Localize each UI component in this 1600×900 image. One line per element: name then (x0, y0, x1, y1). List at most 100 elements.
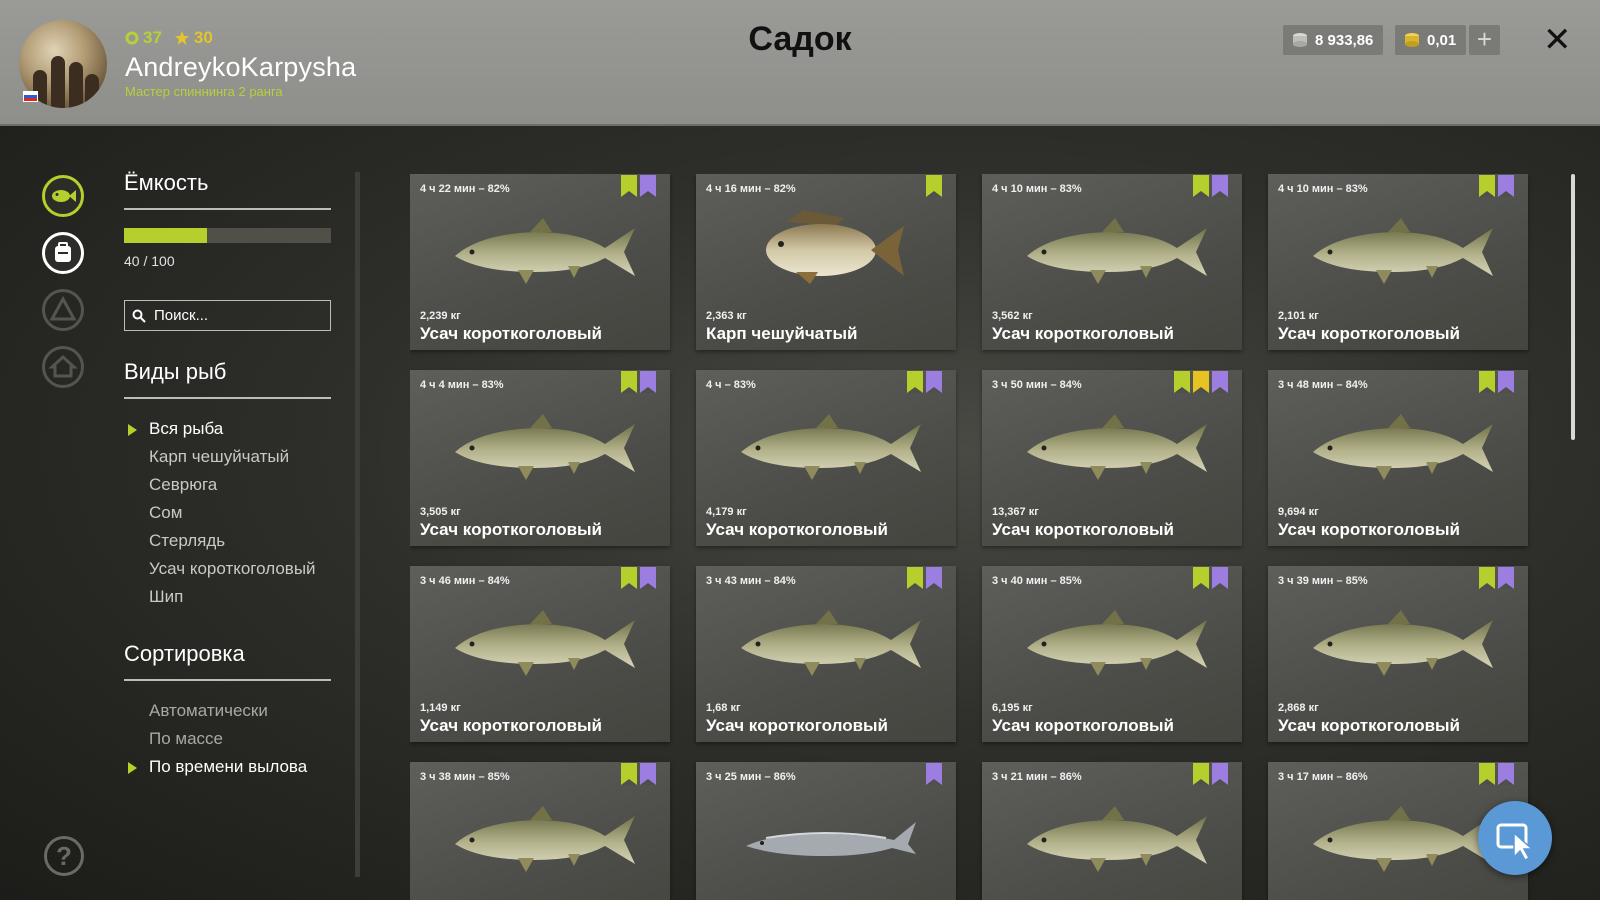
species-item[interactable]: Усач короткоголовый (124, 555, 331, 583)
search-icon (132, 309, 146, 323)
fish-card[interactable]: 4 ч – 83% 4,179 кг Усач короткоголовый (696, 370, 956, 546)
fish-card[interactable]: 3 ч 25 мин – 86% (696, 762, 956, 900)
fish-weight: 3,562 кг (992, 310, 1033, 322)
silver-balance: 8 933,86 (1283, 25, 1384, 55)
fish-badges (1193, 175, 1228, 197)
search-input[interactable]: Поиск... (124, 300, 331, 331)
fish-card[interactable]: 3 ч 21 мин – 86% (982, 762, 1242, 900)
sort-item[interactable]: По времени вылова (124, 753, 331, 781)
barbel-fish-icon (1027, 218, 1207, 284)
fish-badges (1479, 371, 1514, 393)
help-button[interactable]: ? (44, 836, 84, 876)
sort-item[interactable]: По массе (124, 725, 331, 753)
gold-bookmark-icon (1193, 371, 1209, 393)
fish-name: Усач короткоголовый (706, 716, 888, 735)
keepnet-tab-icon[interactable] (42, 175, 84, 217)
fish-badges (621, 175, 656, 197)
green-bookmark-icon (1479, 763, 1495, 785)
sort-item-label: По времени вылова (149, 757, 308, 776)
top-bar: 37 30 AndreykoKarpysha Мастер спиннинга … (0, 0, 1600, 126)
purple-bookmark-icon (640, 175, 656, 197)
species-item[interactable]: Севрюга (124, 471, 331, 499)
green-bookmark-icon (907, 371, 923, 393)
capacity-bar (124, 228, 331, 243)
species-item-label: Севрюга (149, 475, 218, 494)
catch-time: 4 ч 10 мин – 83% (1278, 183, 1368, 195)
fish-weight: 2,239 кг (420, 310, 461, 322)
fish-badges (907, 567, 942, 589)
fish-badges (1193, 763, 1228, 785)
fish-name: Усач короткоголовый (992, 520, 1174, 539)
species-item[interactable]: Шип (124, 583, 331, 611)
fish-card[interactable]: 4 ч 10 мин – 83% 3,562 кг Усач короткоголо… (982, 174, 1242, 350)
fish-card[interactable]: 4 ч 22 мин – 82% 2,239 кг Усач короткоголо… (410, 174, 670, 350)
capacity-text: 40 / 100 (124, 253, 175, 269)
species-title: Виды рыб (124, 359, 227, 384)
green-bookmark-icon (1193, 567, 1209, 589)
silver-value: 8 933,86 (1315, 31, 1374, 49)
purple-bookmark-icon (926, 567, 942, 589)
fish-badges (926, 763, 942, 785)
green-bookmark-icon (1193, 763, 1209, 785)
purple-bookmark-icon (926, 371, 942, 393)
fish-badges (1479, 567, 1514, 589)
barbel-fish-icon (1027, 414, 1207, 480)
fish-weight: 2,101 кг (1278, 310, 1319, 322)
fish-card[interactable]: 3 ч 43 мин – 84% 1,68 кг Усач короткоголов… (696, 566, 956, 742)
fish-card[interactable]: 4 ч 4 мин – 83% 3,505 кг Усач короткоголов… (410, 370, 670, 546)
fish-card[interactable]: 4 ч 16 мин – 82% 2,363 кг Карп чешуйчатый (696, 174, 956, 350)
species-item-label: Вся рыба (149, 419, 224, 438)
grid-scrollbar[interactable] (1571, 174, 1575, 440)
species-item[interactable]: Карп чешуйчатый (124, 443, 331, 471)
inventory-tab-icon[interactable] (42, 232, 84, 274)
close-button[interactable]: ✕ (1543, 23, 1572, 57)
barbel-fish-icon (455, 414, 635, 480)
species-item-label: Карп чешуйчатый (149, 447, 290, 466)
cursor-mode-button[interactable] (1478, 801, 1552, 875)
fish-badges (621, 371, 656, 393)
green-bookmark-icon (621, 763, 637, 785)
sort-item[interactable]: Автоматически (124, 697, 331, 725)
catch-time: 3 ч 38 мин – 85% (420, 771, 510, 783)
cursor-icon (1496, 823, 1534, 861)
camp-tab-icon[interactable] (42, 289, 84, 331)
fish-grid: 4 ч 22 мин – 82% 2,239 кг Усач короткоголо… (410, 174, 1550, 900)
species-item[interactable]: Сом (124, 499, 331, 527)
sort-item-label: Автоматически (149, 701, 268, 720)
catch-time: 3 ч 21 мин – 86% (992, 771, 1082, 783)
catch-time: 3 ч 17 мин – 86% (1278, 771, 1368, 783)
fish-name: Усач короткоголовый (420, 716, 602, 735)
species-item[interactable]: Вся рыба (124, 415, 331, 443)
barbel-fish-icon (1313, 610, 1493, 676)
fish-weight: 1,149 кг (420, 702, 461, 714)
fish-card[interactable]: 3 ч 38 мин – 85% (410, 762, 670, 900)
barbel-fish-icon (741, 610, 921, 676)
fish-card[interactable]: 3 ч 48 мин – 84% 9,694 кг Усач короткоголо… (1268, 370, 1528, 546)
capacity-bar-fill (124, 228, 207, 243)
selected-arrow-icon (128, 424, 137, 436)
capacity-title: Ёмкость (124, 170, 209, 195)
add-currency-button[interactable]: + (1469, 25, 1500, 55)
fish-card[interactable]: 3 ч 39 мин – 85% 2,868 кг Усач короткоголо… (1268, 566, 1528, 742)
fish-badges (907, 371, 942, 393)
home-tab-icon[interactable] (42, 346, 84, 388)
catch-time: 3 ч 50 мин – 84% (992, 379, 1082, 391)
fish-badges (1479, 763, 1514, 785)
silver-coins-icon (1293, 33, 1307, 47)
fish-card[interactable]: 3 ч 46 мин – 84% 1,149 кг Усач короткоголо… (410, 566, 670, 742)
fish-card[interactable]: 4 ч 10 мин – 83% 2,101 кг Усач короткоголо… (1268, 174, 1528, 350)
barbel-fish-icon (1313, 218, 1493, 284)
fish-weight: 13,367 кг (992, 506, 1039, 518)
catch-time: 3 ч 39 мин – 85% (1278, 575, 1368, 587)
fish-name: Усач короткоголовый (420, 324, 602, 343)
species-item[interactable]: Стерлядь (124, 527, 331, 555)
player-rank: Мастер спиннинга 2 ранга (125, 84, 283, 99)
tent-icon (49, 295, 77, 321)
fish-card[interactable]: 3 ч 40 мин – 85% 6,195 кг Усач короткоголо… (982, 566, 1242, 742)
barbel-fish-icon (455, 218, 635, 284)
fish-weight: 1,68 кг (706, 702, 741, 714)
gold-value: 0,01 (1427, 31, 1457, 49)
fish-card[interactable]: 3 ч 50 мин – 84% 13,367 кг Усач короткогол… (982, 370, 1242, 546)
purple-bookmark-icon (1498, 567, 1514, 589)
green-bookmark-icon (1193, 175, 1209, 197)
